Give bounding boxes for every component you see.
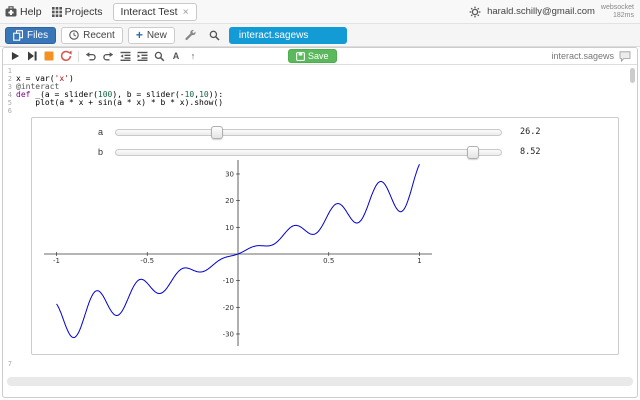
open-file-tab[interactable]: interact.sagews bbox=[229, 27, 347, 44]
line-number: 2 bbox=[3, 75, 16, 83]
floppy-icon bbox=[296, 52, 305, 61]
interact-control-a: a 26.2 bbox=[32, 124, 618, 140]
medkit-help-icon bbox=[5, 6, 17, 17]
code-area: 12x = var('x')3@interact4def _(a = slide… bbox=[3, 65, 637, 115]
step-forward-icon[interactable] bbox=[24, 49, 40, 63]
project-tab-label: Interact Test bbox=[121, 6, 178, 18]
x-tick-label: -1 bbox=[53, 257, 60, 265]
slider-b-handle[interactable] bbox=[467, 146, 479, 159]
outdent-icon[interactable] bbox=[117, 49, 133, 63]
new-button[interactable]: + New bbox=[128, 27, 175, 44]
plot-container: -1 -0.5 0.5 1 -30 -20 -10 10 20 30 bbox=[42, 158, 434, 355]
help-menu[interactable]: Help bbox=[0, 0, 47, 24]
save-button[interactable]: Save bbox=[288, 49, 337, 63]
y-tick-label: 30 bbox=[225, 171, 234, 179]
line-number: 7 bbox=[3, 360, 16, 368]
files-button[interactable]: Files bbox=[5, 27, 56, 44]
find-icon[interactable] bbox=[151, 49, 167, 63]
new-label: New bbox=[147, 30, 167, 41]
document-title: interact.sagews bbox=[551, 51, 614, 61]
x-tick-label: 1 bbox=[417, 257, 421, 265]
interact-output: a 26.2 b 8.52 -1 -0.5 0.5 1 -30 -20 -10 10 20 30 bbox=[31, 117, 619, 355]
search-icon bbox=[209, 30, 220, 41]
trailing-code-line[interactable]: 7 bbox=[3, 358, 637, 368]
projects-label: Projects bbox=[65, 6, 103, 18]
files-label: Files bbox=[27, 30, 48, 41]
indent-icon[interactable] bbox=[134, 49, 150, 63]
plus-icon: + bbox=[136, 30, 143, 40]
line-number: 3 bbox=[3, 83, 16, 91]
settings-wrench-button[interactable] bbox=[180, 27, 200, 44]
websocket-latency: 182ms bbox=[601, 12, 634, 20]
function-plot: -1 -0.5 0.5 1 -30 -20 -10 10 20 30 bbox=[42, 158, 434, 350]
stop-icon[interactable] bbox=[41, 49, 57, 63]
clock-icon bbox=[69, 30, 79, 40]
wrench-icon bbox=[184, 29, 196, 41]
font-icon[interactable]: A bbox=[168, 49, 184, 63]
files-copy-icon bbox=[13, 30, 23, 41]
horizontal-scrollbar[interactable] bbox=[7, 377, 633, 386]
slider-b-value: 8.52 bbox=[520, 147, 540, 157]
caret-up-icon[interactable]: ↑ bbox=[185, 49, 201, 63]
x-tick-label: -0.5 bbox=[140, 257, 154, 265]
y-tick-label: 20 bbox=[225, 197, 234, 205]
chat-icon[interactable] bbox=[619, 51, 631, 62]
y-tick-label: -10 bbox=[223, 277, 234, 285]
code-line[interactable]: 6 bbox=[3, 107, 637, 115]
y-tick-label: -20 bbox=[223, 304, 234, 312]
editor-toolbar-right: interact.sagews bbox=[551, 51, 633, 62]
help-label: Help bbox=[20, 6, 42, 18]
line-number: 1 bbox=[3, 67, 16, 75]
redo-icon[interactable] bbox=[100, 49, 116, 63]
run-icon[interactable] bbox=[7, 49, 23, 63]
editor-toolbar: A ↑ Save interact.sagews bbox=[3, 48, 637, 65]
close-icon[interactable]: × bbox=[183, 6, 189, 18]
projects-grid-icon bbox=[52, 7, 62, 17]
code-line[interactable]: 1 bbox=[3, 67, 637, 75]
line-number: 6 bbox=[3, 107, 16, 115]
editor-panel: A ↑ Save interact.sagews 12x = var('x')3… bbox=[2, 47, 638, 398]
account-area: harald.schilly@gmail.com websocket 182ms bbox=[469, 4, 640, 20]
y-tick-label: -30 bbox=[223, 331, 234, 339]
toolbar-divider bbox=[78, 51, 79, 62]
account-email[interactable]: harald.schilly@gmail.com bbox=[487, 6, 595, 17]
slider-a-label: a bbox=[32, 127, 115, 137]
slider-a-handle[interactable] bbox=[211, 126, 223, 139]
line-number: 5 bbox=[3, 99, 16, 107]
vertical-scrollbar-thumb[interactable] bbox=[630, 68, 635, 83]
projects-menu[interactable]: Projects bbox=[47, 0, 108, 24]
undo-icon[interactable] bbox=[83, 49, 99, 63]
recent-label: Recent bbox=[83, 30, 115, 41]
top-navbar: Help Projects Interact Test × harald.sch… bbox=[0, 0, 640, 24]
line-number: 4 bbox=[3, 91, 16, 99]
slider-b-track[interactable] bbox=[115, 149, 502, 156]
websocket-label: websocket bbox=[601, 4, 634, 12]
gear-icon[interactable] bbox=[469, 6, 481, 18]
save-label: Save bbox=[308, 51, 329, 61]
code-line[interactable]: 5 plot(a * x + sin(a * x) * b * x).show(… bbox=[3, 99, 637, 107]
slider-a-track[interactable] bbox=[115, 129, 502, 136]
recent-button[interactable]: Recent bbox=[61, 27, 123, 44]
open-file-name: interact.sagews bbox=[239, 30, 308, 41]
project-tab[interactable]: Interact Test × bbox=[113, 3, 197, 21]
x-tick-label: 0.5 bbox=[323, 257, 334, 265]
code-text: plot(a * x + sin(a * x) * b * x).show() bbox=[16, 99, 223, 107]
restart-icon[interactable] bbox=[58, 49, 74, 63]
search-button[interactable] bbox=[205, 27, 224, 44]
code-line[interactable]: 2x = var('x') bbox=[3, 75, 637, 83]
y-tick-label: 10 bbox=[225, 224, 234, 232]
websocket-status: websocket 182ms bbox=[601, 4, 636, 20]
slider-a-value: 26.2 bbox=[520, 127, 540, 137]
slider-b-label: b bbox=[32, 147, 115, 157]
project-toolbar: Files Recent + New interact.sagews bbox=[0, 24, 640, 47]
